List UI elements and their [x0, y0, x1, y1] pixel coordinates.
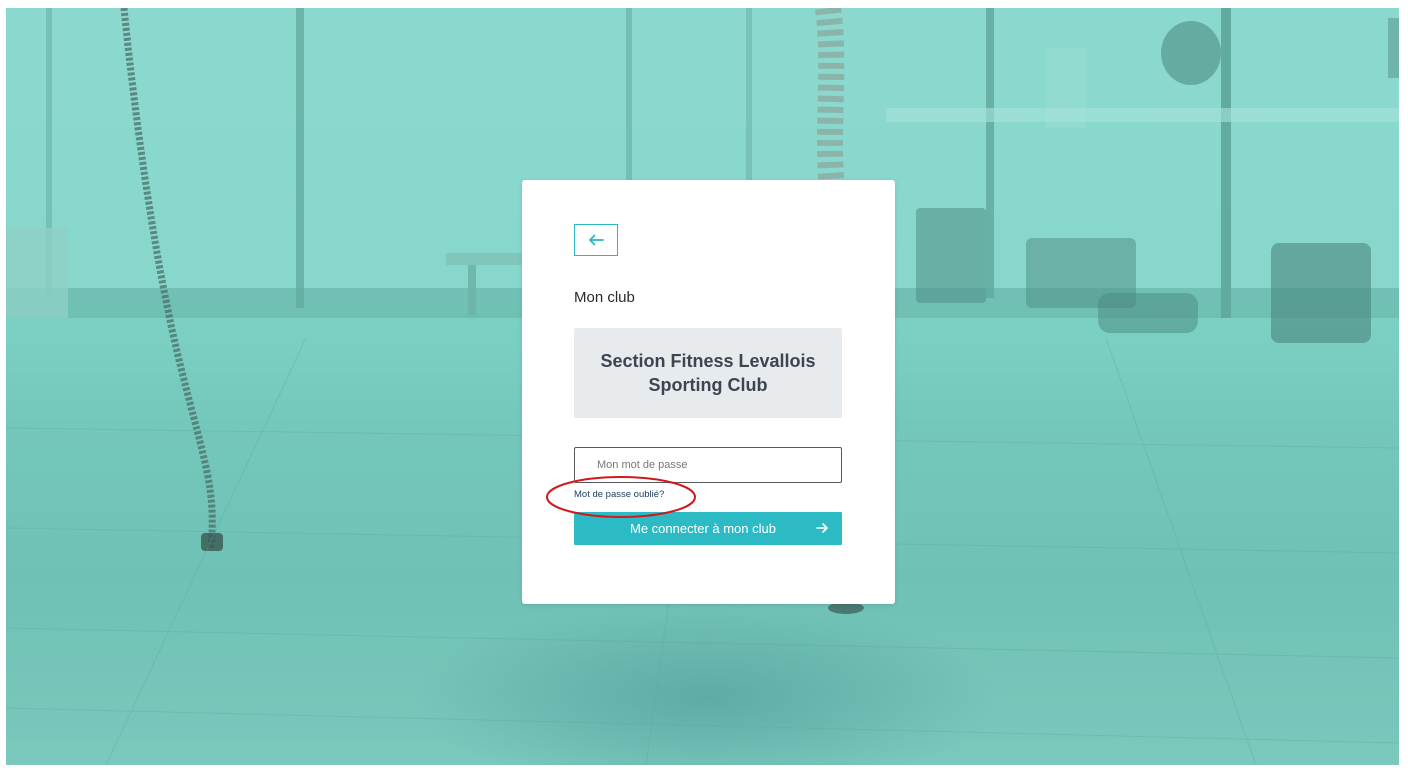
back-button[interactable]	[574, 224, 618, 256]
connect-button-label: Me connecter à mon club	[630, 521, 776, 536]
arrow-right-icon	[816, 523, 828, 533]
section-label: Mon club	[574, 289, 635, 306]
password-input[interactable]	[574, 447, 842, 483]
connect-button[interactable]: Me connecter à mon club	[574, 512, 842, 545]
forgot-password-link[interactable]: Mot de passe oublié?	[574, 489, 664, 500]
club-name: Section Fitness Levallois Sporting Club	[600, 351, 816, 395]
arrow-left-icon	[589, 234, 604, 246]
background-gym-photo: Mon club Section Fitness Levallois Sport…	[6, 8, 1399, 765]
login-card: Mon club Section Fitness Levallois Sport…	[522, 180, 895, 604]
selected-club-box: Section Fitness Levallois Sporting Club	[574, 328, 842, 418]
